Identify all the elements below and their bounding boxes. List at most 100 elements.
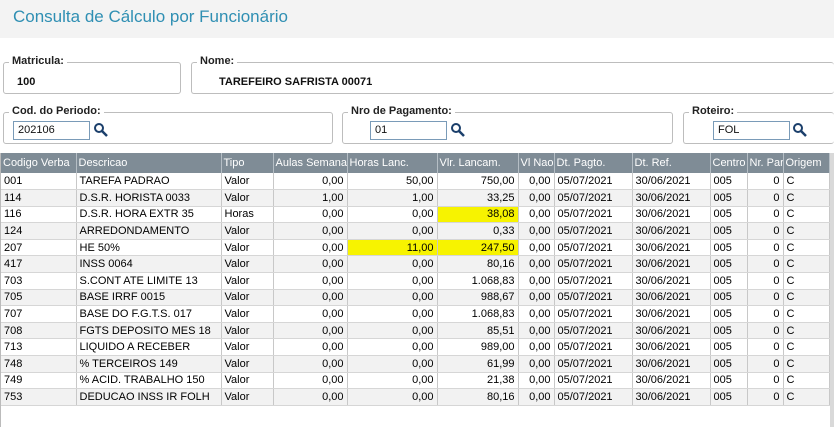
cell-dt-ref: 30/06/2021 [632,173,711,191]
cell-aulas-semana: 0,00 [273,272,348,290]
cell-vl-nao: 0,00 [518,305,555,323]
table-row[interactable]: 114 D.S.R. HORISTA 0033 Valor 1,00 1,00 33,25… [1,189,830,207]
cell-tipo: Valor [221,222,274,240]
calculation-table: Codigo Verba Descricao Tipo Aulas Semana Hor… [1,153,830,406]
cell-vlr-lancam: 61,99 [437,355,519,373]
cell-nr-parc: 0 [747,173,784,191]
column-header-dt-ref[interactable]: Dt. Ref. [632,153,711,173]
column-header-horas-lanc[interactable]: Horas Lanc. [347,153,438,173]
cell-aulas-semana: 1,00 [273,189,348,207]
cell-tipo: Valor [221,272,274,290]
cell-codigo-verba: 708 [1,322,77,340]
cell-dt-pagto: 05/07/2021 [554,305,633,323]
periodo-input[interactable]: 202106 [13,121,90,140]
roteiro-search-icon[interactable] [792,122,808,138]
cell-origem: C [783,338,830,357]
periodo-group: Cod. do Periodo: 202106 [3,105,333,144]
cell-nr-parc: 0 [747,255,784,274]
cell-codigo-verba: 116 [1,206,77,224]
cell-codigo-verba: 703 [1,272,77,290]
column-header-descricao[interactable]: Descricao [76,153,222,173]
cell-vlr-lancam: 21,38 [437,372,519,390]
cell-codigo-verba: 748 [1,355,77,373]
column-header-nr-parc[interactable]: Nr. Parc [747,153,784,173]
column-header-dt-pagto[interactable]: Dt. Pagto. [554,153,633,173]
table-row[interactable]: 748% TERCEIROS 149 Valor 0,00 0,00 61,99 0,00… [1,355,830,373]
cell-vl-nao: 0,00 [518,322,555,340]
cell-nr-parc: 0 [747,289,784,307]
pagamento-label: Nro de Pagamento: [348,105,455,117]
cell-descricao: TAREFA PADRAO [76,173,222,191]
column-header-origem[interactable]: Origem [783,153,830,173]
nome-group: Nome: TAREFEIRO SAFRISTA 00071 [191,55,834,94]
cell-nr-parc: 0 [747,355,784,373]
cell-vlr-lancam: 988,67 [437,289,519,307]
cell-descricao: BASE DO F.G.T.S. 017 [76,305,222,323]
table-row[interactable]: 749% ACID. TRABALHO 150 Valor 0,00 0,00 21,3… [1,372,830,390]
cell-vlr-lancam: 989,00 [437,338,519,357]
column-header-vl-nao[interactable]: Vl Nao [518,153,555,173]
cell-nr-parc: 0 [747,206,784,224]
cell-codigo-verba: 753 [1,388,77,406]
cell-centro: 005 [710,189,748,207]
matricula-label: Matricula: [9,55,67,67]
cell-tipo: Horas [221,206,274,224]
calculation-grid[interactable]: Codigo Verba Descricao Tipo Aulas Semana Hor… [0,153,830,427]
table-row[interactable]: 703 S.CONT ATE LIMITE 13 Valor 0,00 0,00 1.06… [1,272,830,290]
roteiro-input[interactable]: FOL [713,121,790,140]
cell-vl-nao: 0,00 [518,338,555,357]
pagamento-input[interactable]: 01 [370,121,447,140]
cell-vl-nao: 0,00 [518,239,555,257]
nome-label: Nome: [197,55,238,67]
column-header-vlr-lancam[interactable]: Vlr. Lancam. [437,153,519,173]
pagamento-search-icon[interactable] [450,122,466,138]
cell-nr-parc: 0 [747,322,784,340]
cell-vlr-lancam: 1.068,83 [437,272,519,290]
table-row[interactable]: 708 FGTS DEPOSITO MES 18 Valor 0,00 0,00 85,5… [1,322,830,340]
title-bar: Consulta de Cálculo por Funcionário [0,0,834,38]
matricula-group: Matricula: 100 [3,55,181,94]
cell-tipo: Valor [221,189,274,207]
cell-dt-ref: 30/06/2021 [632,372,711,390]
table-row[interactable]: 001 TAREFA PADRAO Valor 0,00 50,00 750,00 0,00… [1,173,830,191]
table-header-row: Codigo Verba Descricao Tipo Aulas Semana Hor… [1,153,830,173]
column-header-tipo[interactable]: Tipo [221,153,274,173]
cell-aulas-semana: 0,00 [273,239,348,257]
cell-centro: 005 [710,272,748,290]
table-row[interactable]: 705 BASE IRRF 0015 Valor 0,00 0,00 988,67 0,00… [1,289,830,307]
cell-nr-parc: 0 [747,372,784,390]
table-row[interactable]: 417 INSS 0064 Valor 0,00 0,00 80,16 0,00 05/07/… [1,255,830,274]
table-row[interactable]: 713 LIQUIDO A RECEBER Valor 0,00 0,00 989,00 0… [1,338,830,357]
roteiro-group: Roteiro: FOL [683,105,834,144]
periodo-search-icon[interactable] [93,122,109,138]
cell-nr-parc: 0 [747,189,784,207]
cell-dt-pagto: 05/07/2021 [554,255,633,274]
table-row[interactable]: 116 D.S.R. HORA EXTR 35 Horas 0,00 0,00 38,08… [1,206,830,224]
table-row[interactable]: 707 BASE DO F.G.T.S. 017 Valor 0,00 0,00 1.06… [1,305,830,323]
cell-dt-pagto: 05/07/2021 [554,239,633,257]
column-header-codigo-verba[interactable]: Codigo Verba [1,153,77,173]
cell-dt-ref: 30/06/2021 [632,338,711,357]
column-header-aulas-semana[interactable]: Aulas Semana [273,153,348,173]
table-row[interactable]: 207 HE 50% Valor 0,00 11,00 247,50 0,00 05/07/2… [1,239,830,257]
roteiro-label: Roteiro: [689,105,738,117]
table-row[interactable]: 753 DEDUCAO INSS IR FOLH Valor 0,00 0,00 80,1… [1,388,830,406]
cell-nr-parc: 0 [747,239,784,257]
cell-origem: C [783,388,830,406]
cell-vlr-lancam: 750,00 [437,173,519,191]
cell-descricao: D.S.R. HORA EXTR 35 [76,206,222,224]
table-row[interactable]: 124 ARREDONDAMENTO Valor 0,00 0,00 0,33 0,00 05… [1,222,830,240]
cell-horas-lanc: 0,00 [347,206,438,224]
column-header-centro[interactable]: Centro [710,153,748,173]
cell-dt-ref: 30/06/2021 [632,322,711,340]
cell-dt-ref: 30/06/2021 [632,222,711,240]
cell-dt-pagto: 05/07/2021 [554,222,633,240]
cell-origem: C [783,173,830,191]
cell-aulas-semana: 0,00 [273,173,348,191]
vertical-scrollbar[interactable] [830,153,834,427]
cell-descricao: D.S.R. HORISTA 0033 [76,189,222,207]
cell-codigo-verba: 705 [1,289,77,307]
cell-tipo: Valor [221,173,274,191]
cell-tipo: Valor [221,372,274,390]
cell-descricao: INSS 0064 [76,255,222,274]
